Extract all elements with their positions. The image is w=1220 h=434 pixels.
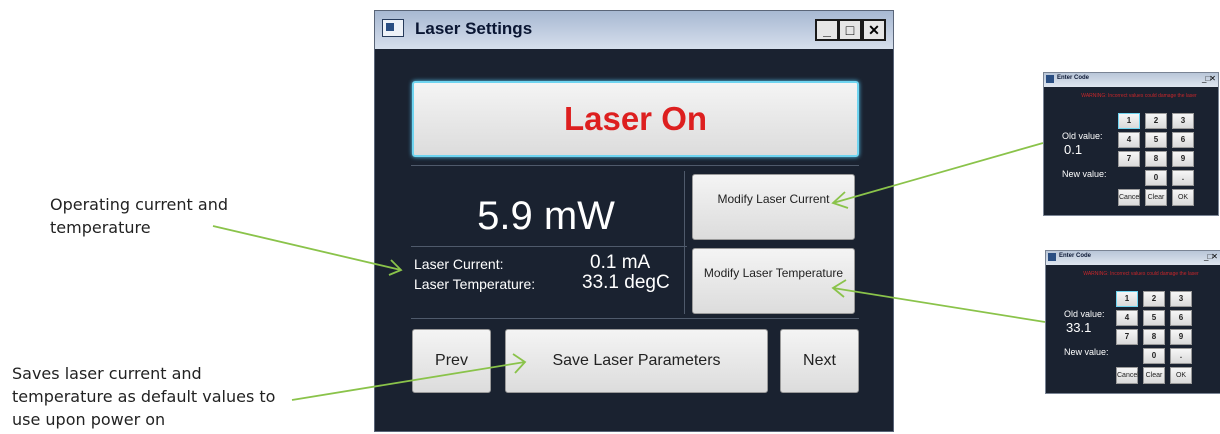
cancel-button[interactable]: Cancel	[1118, 189, 1141, 206]
key-5[interactable]: 5	[1145, 132, 1167, 148]
enter-code-dialog-current: Enter Code _□✕ WARNING: Incorrect values…	[1043, 72, 1219, 216]
key-0[interactable]: 0	[1145, 170, 1167, 186]
dialog-title-bar[interactable]: Enter Code _□✕	[1044, 73, 1218, 87]
divider	[684, 171, 685, 314]
key-1[interactable]: 1	[1116, 291, 1138, 307]
laser-current-value: 0.1 mA	[590, 252, 651, 273]
new-value-label: New value:	[1062, 169, 1107, 179]
key-3[interactable]: 3	[1172, 113, 1194, 129]
key-5[interactable]: 5	[1143, 310, 1165, 326]
app-icon	[1048, 253, 1056, 261]
ok-button[interactable]: OK	[1172, 189, 1194, 206]
laser-on-button[interactable]: Laser On	[412, 81, 859, 157]
laser-current-label: Laser Current:	[414, 256, 504, 272]
laser-settings-window: Laser Settings _ □ ✕ Laser On 5.9 mW Las…	[374, 10, 894, 432]
key-8[interactable]: 8	[1143, 329, 1165, 345]
window-controls-icon[interactable]: _□✕	[1202, 74, 1216, 83]
old-value-label: Old value:	[1062, 131, 1103, 141]
prev-button[interactable]: Prev	[412, 329, 491, 393]
clear-button[interactable]: Clear	[1145, 189, 1167, 206]
maximize-button[interactable]: □	[838, 19, 862, 41]
dialog-title: Enter Code	[1059, 253, 1092, 259]
key-3[interactable]: 3	[1170, 291, 1192, 307]
laser-temperature-value: 33.1 degC	[582, 272, 670, 293]
title-bar[interactable]: Laser Settings _ □ ✕	[375, 11, 893, 49]
annotation-save-defaults: Saves laser current and temperature as d…	[12, 364, 276, 429]
key-4[interactable]: 4	[1116, 310, 1138, 326]
ok-button[interactable]: OK	[1170, 367, 1192, 384]
key-dot[interactable]: .	[1170, 348, 1192, 364]
warning-text: WARNING: Incorrect values could damage t…	[1081, 93, 1197, 99]
annotation-operating-current: Operating current and temperature	[50, 195, 228, 237]
key-2[interactable]: 2	[1143, 291, 1165, 307]
key-0[interactable]: 0	[1143, 348, 1165, 364]
cancel-button[interactable]: Cancel	[1116, 367, 1139, 384]
key-7[interactable]: 7	[1118, 151, 1140, 167]
key-9[interactable]: 9	[1172, 151, 1194, 167]
app-icon	[1046, 75, 1054, 83]
key-6[interactable]: 6	[1172, 132, 1194, 148]
key-9[interactable]: 9	[1170, 329, 1192, 345]
minimize-button[interactable]: _	[815, 19, 839, 41]
dialog-title-bar[interactable]: Enter Code _□✕	[1046, 251, 1220, 265]
old-value: 0.1	[1064, 142, 1083, 157]
key-4[interactable]: 4	[1118, 132, 1140, 148]
save-laser-parameters-button[interactable]: Save Laser Parameters	[505, 329, 768, 393]
power-readout: 5.9 mW	[477, 194, 615, 238]
key-8[interactable]: 8	[1145, 151, 1167, 167]
key-7[interactable]: 7	[1116, 329, 1138, 345]
window-title: Laser Settings	[415, 19, 533, 38]
modify-laser-current-button[interactable]: Modify Laser Current	[692, 174, 855, 240]
old-value-label: Old value:	[1064, 309, 1105, 319]
laser-temperature-label: Laser Temperature:	[414, 276, 536, 292]
divider	[411, 165, 859, 166]
divider	[411, 318, 859, 319]
key-dot[interactable]: .	[1172, 170, 1194, 186]
modify-laser-temperature-button[interactable]: Modify Laser Temperature	[692, 248, 855, 314]
clear-button[interactable]: Clear	[1143, 367, 1165, 384]
old-value: 33.1	[1066, 320, 1092, 335]
divider	[411, 246, 687, 247]
close-button[interactable]: ✕	[862, 19, 886, 41]
next-button[interactable]: Next	[780, 329, 859, 393]
key-6[interactable]: 6	[1170, 310, 1192, 326]
dialog-title: Enter Code	[1057, 75, 1090, 81]
warning-text: WARNING: Incorrect values could damage t…	[1083, 271, 1199, 277]
key-2[interactable]: 2	[1145, 113, 1167, 129]
app-icon	[382, 19, 404, 37]
enter-code-dialog-temperature: Enter Code _□✕ WARNING: Incorrect values…	[1045, 250, 1220, 394]
window-controls-icon[interactable]: _□✕	[1204, 252, 1218, 261]
new-value-label: New value:	[1064, 347, 1109, 357]
key-1[interactable]: 1	[1118, 113, 1140, 129]
